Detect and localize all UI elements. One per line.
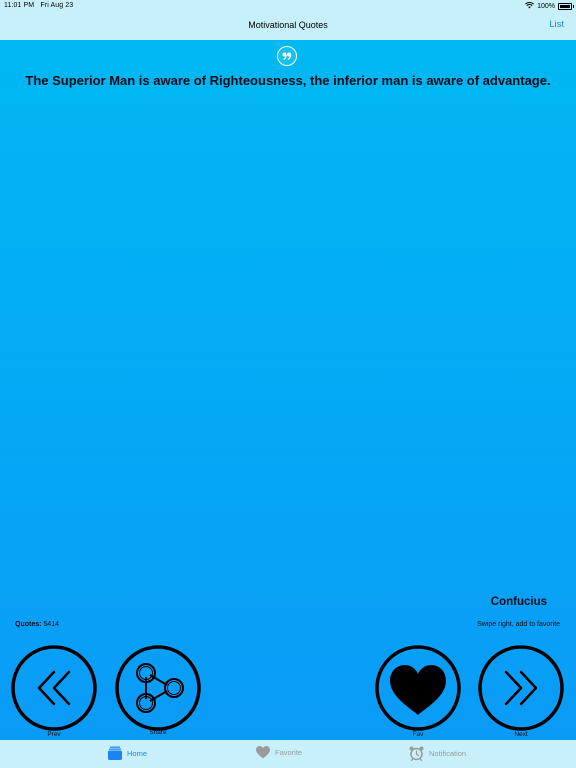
app-screen: 11:01 PM Fri Aug 23 100% Motivational Qu… [0, 0, 576, 768]
quote-area[interactable]: The Superior Man is aware of Righteousne… [0, 40, 576, 740]
quote-text: The Superior Man is aware of Righteousne… [25, 73, 551, 88]
share-label: Share [149, 729, 167, 736]
fav-button[interactable] [375, 645, 461, 731]
tab-home-label: Home [127, 748, 148, 758]
navigation-bar: Motivational Quotes List [0, 12, 576, 40]
prev-button[interactable] [11, 645, 97, 731]
quotes-label: Quotes: [15, 621, 42, 628]
share-nodes-icon [115, 645, 201, 731]
status-indicators: 100% [525, 2, 574, 11]
status-time: 11:01 PM [4, 2, 35, 9]
double-chevron-right-icon [478, 645, 564, 731]
quote-mark-icon [277, 46, 297, 66]
quotes-count-value: 5414 [43, 621, 59, 628]
prev-label: Prev [47, 731, 61, 738]
share-button[interactable] [115, 645, 201, 731]
heart-filled-icon [375, 645, 461, 731]
tab-favorite[interactable]: Favorite [256, 746, 302, 759]
wifi-icon [525, 2, 535, 11]
status-date: Fri Aug 23 [40, 2, 74, 9]
double-chevron-left-icon [11, 645, 97, 731]
battery-percent: 100% [537, 3, 555, 10]
quote-author: Confucius [490, 596, 547, 608]
page-title: Motivational Quotes [248, 20, 328, 30]
swipe-hint: Swipe right, add to favorite [477, 621, 560, 628]
alarm-clock-icon [409, 746, 424, 761]
status-bar: 11:01 PM Fri Aug 23 100% [0, 0, 576, 12]
next-label: Next [514, 731, 528, 738]
quotes-counter: Quotes: 5414 [15, 621, 59, 628]
tab-notification[interactable]: Notification [409, 746, 466, 761]
next-button[interactable] [478, 645, 564, 731]
status-time-date: 11:01 PM Fri Aug 23 [4, 2, 73, 9]
tab-home[interactable]: Home [108, 746, 147, 760]
tab-favorite-label: Favorite [275, 748, 303, 757]
fav-label: Fav [412, 731, 424, 738]
heart-icon [256, 746, 270, 759]
home-stack-icon [108, 746, 122, 760]
list-button[interactable]: List [549, 19, 564, 30]
tab-bar: Home Favorite Notification [0, 740, 576, 768]
battery-icon [558, 3, 574, 10]
tab-notification-label: Notification [429, 749, 467, 758]
